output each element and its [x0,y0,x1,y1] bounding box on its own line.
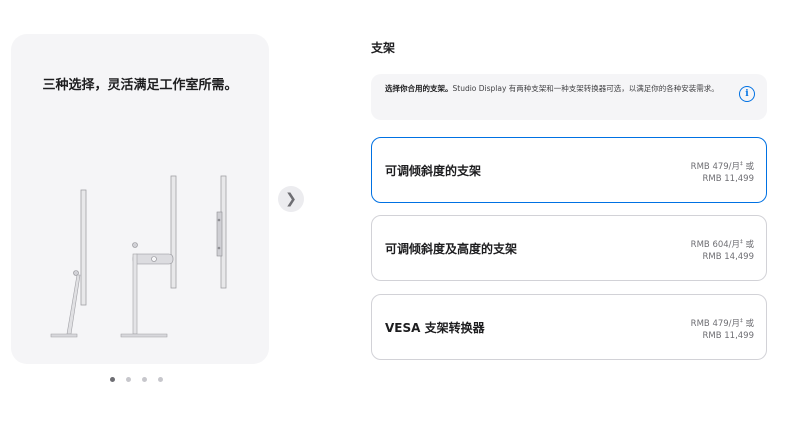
gallery-pagination [110,377,163,382]
height-stand-display [120,175,177,338]
section-title: 支架 [371,41,396,55]
tilt-stand-display [50,189,87,338]
info-text-bold: 选择你合用的支架。 [385,84,453,93]
stand-illustration [50,175,227,338]
option-tilt-height-stand[interactable]: 可调倾斜度及高度的支架 RMB 604/月‡ 或 RMB 14,499 [371,215,767,281]
info-text-body: Studio Display 有两种支架和一种支架转换器可选，以满足你的各种安装… [452,84,719,93]
product-gallery: 三种选择，灵活满足工作室所需。 [11,34,269,364]
info-box: 选择你合用的支架。Studio Display 有两种支架和一种支架转换器可选，… [371,74,767,120]
option-price: RMB 479/月‡ 或 RMB 11,499 [690,318,754,341]
info-text: 选择你合用的支架。Studio Display 有两种支架和一种支架转换器可选，… [385,83,735,95]
pagination-dot[interactable] [142,377,147,382]
option-label: 可调倾斜度的支架 [385,164,482,178]
option-price: RMB 604/月‡ 或 RMB 14,499 [690,239,754,262]
option-label: 可调倾斜度及高度的支架 [385,242,518,256]
vesa-display [216,175,227,289]
option-label: VESA 支架转换器 [385,321,485,335]
info-icon[interactable]: i [739,86,755,102]
option-vesa-adapter[interactable]: VESA 支架转换器 RMB 479/月‡ 或 RMB 11,499 [371,294,767,360]
pagination-dot[interactable] [110,377,115,382]
chevron-right-icon: ❯ [285,191,297,207]
option-tilt-stand[interactable]: 可调倾斜度的支架 RMB 479/月‡ 或 RMB 11,499 [371,137,767,203]
gallery-next-button[interactable]: ❯ [278,186,304,212]
pagination-dot[interactable] [126,377,131,382]
pagination-dot[interactable] [158,377,163,382]
option-price: RMB 479/月‡ 或 RMB 11,499 [690,161,754,184]
